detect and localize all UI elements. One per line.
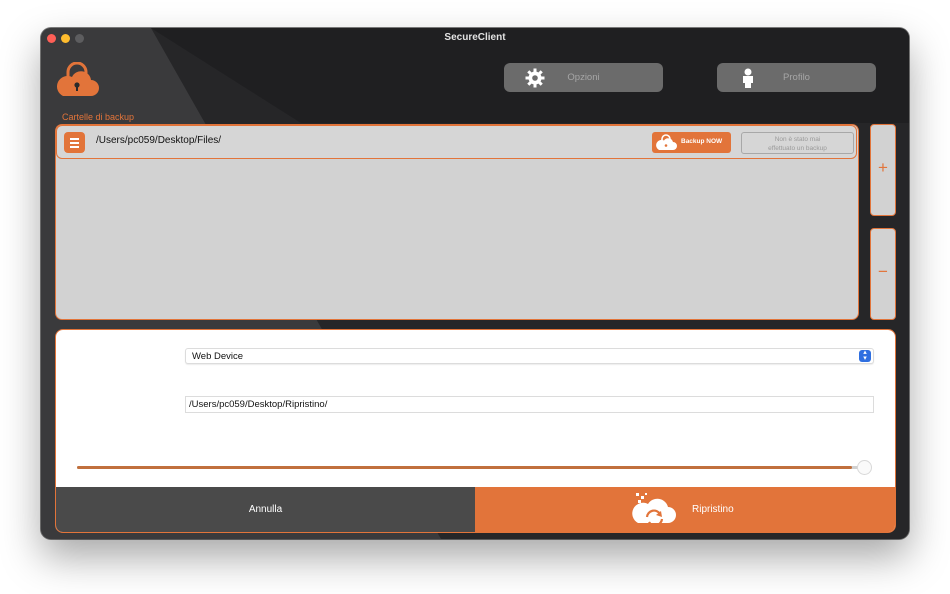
restore-label: Ripristino [692,504,734,515]
cloud-restore-icon [632,493,676,527]
window-title: SecureClient [444,32,506,43]
options-button[interactable]: Opzioni [504,63,663,92]
backup-folders-heading: Cartelle di backup [62,112,135,122]
backup-status-line1: Non è stato mai [774,136,821,143]
profile-button[interactable]: Profilo [717,63,876,92]
backup-now-label: Backup NOW [681,138,723,145]
add-folder-button[interactable]: + [870,124,896,216]
backup-status-line2: effettuato un backup [768,145,827,152]
restore-source-select[interactable]: Web Device ▴ ▾ [185,348,874,364]
restore-source-value: Web Device [192,351,244,362]
cloud-lock-icon [656,134,677,150]
restore-progress-fill [77,466,853,469]
restore-panel: Web Device ▴▾ Annulla Ripristino [55,329,896,533]
restore-destination-field[interactable] [185,396,874,413]
remove-folder-button[interactable]: − [870,228,896,320]
restore-progress-bar [77,466,868,469]
row-menu-icon[interactable] [64,132,85,153]
app-window: SecureClient Opzioni Profilo Cartelle di… [41,28,909,539]
backup-folders-list: /Users/pc059/Desktop/Files/ Backup NOW N… [55,124,859,320]
backup-now-button[interactable]: Backup NOW [652,132,731,153]
cancel-button[interactable]: Annulla [56,487,475,532]
profile-label: Profilo [783,72,810,83]
options-label: Opzioni [567,72,600,83]
progress-slider-handle[interactable] [857,460,872,475]
backup-folder-path: /Users/pc059/Desktop/Files/ [96,135,222,146]
list-item[interactable]: /Users/pc059/Desktop/Files/ Backup NOW N… [56,125,857,159]
title-bar: SecureClient [41,28,909,48]
restore-button[interactable]: Ripristino [475,487,895,532]
chevron-up-down-icon: ▴ ▾ [859,349,871,362]
backup-status-badge: Non è stato mai effettuato un backup [741,132,854,154]
cloud-lock-icon [56,62,99,96]
